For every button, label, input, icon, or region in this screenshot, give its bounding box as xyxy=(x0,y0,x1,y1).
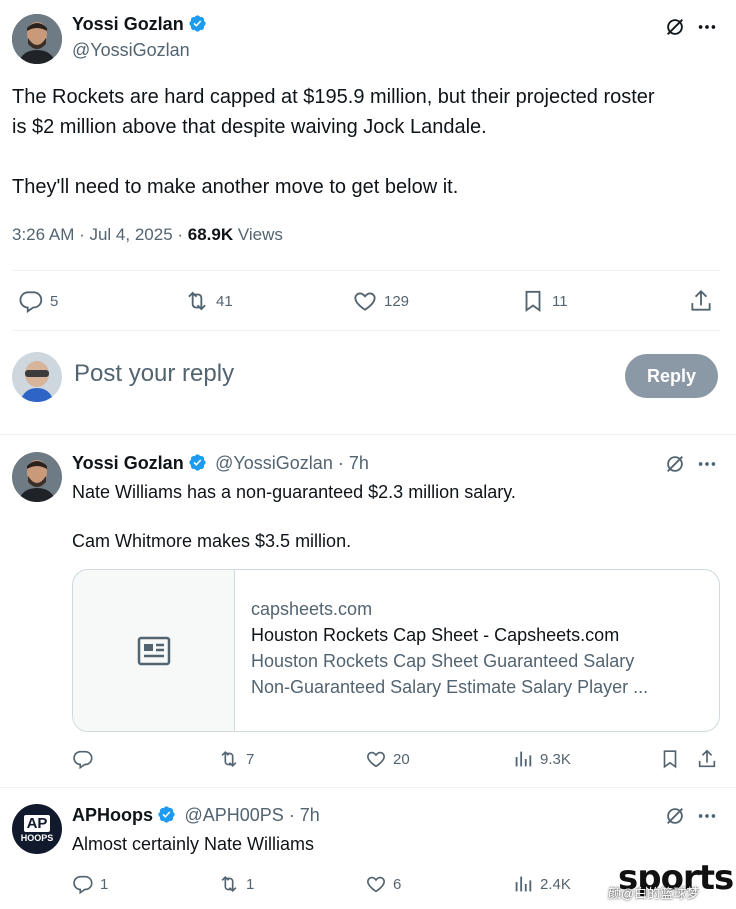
aphoops-avatar[interactable]: AP HOOPS xyxy=(12,804,62,854)
avatar-logo-text: HOOPS xyxy=(20,832,54,843)
reply-text-line: Cam Whitmore makes $3.5 million. xyxy=(72,531,352,551)
reply-author-handle[interactable]: @YossiGozlan xyxy=(215,453,333,473)
reply-action[interactable]: 5 xyxy=(18,288,58,314)
divider xyxy=(0,434,736,435)
repost-icon xyxy=(221,750,237,768)
repost-icon xyxy=(188,291,206,311)
reply-count: 1 xyxy=(100,875,109,893)
like-count: 129 xyxy=(384,292,410,310)
tweet-text: The Rockets are hard capped at $195.9 mi… xyxy=(12,82,728,202)
reply-icon xyxy=(73,875,93,895)
reply-button[interactable]: Reply xyxy=(625,354,718,398)
verified-badge-icon xyxy=(158,806,175,823)
views-label: Views xyxy=(233,225,283,244)
like-action[interactable]: 129 xyxy=(352,288,409,314)
divider xyxy=(0,787,736,788)
link-card-domain: capsheets.com xyxy=(251,599,373,619)
reply-header: Yossi Gozlan @YossiGozlan · 7h xyxy=(72,453,369,474)
heart-icon xyxy=(354,292,376,311)
repost-icon xyxy=(221,875,237,893)
bookmark-action[interactable] xyxy=(659,748,681,770)
heart-icon xyxy=(367,751,385,768)
verified-badge-icon xyxy=(189,454,206,471)
views-count: 2.4K xyxy=(540,875,571,893)
link-card-description: Non-Guaranteed Salary Estimate Salary Pl… xyxy=(251,677,649,697)
watermark-caption: 颜@白的篮球梦 xyxy=(608,886,700,901)
like-count: 6 xyxy=(393,875,402,893)
reply-text: Almost certainly Nate Williams xyxy=(72,834,315,854)
my-avatar[interactable] xyxy=(12,352,62,402)
author-name[interactable]: Yossi Gozlan xyxy=(72,14,184,34)
grok-icon[interactable] xyxy=(664,805,686,827)
reply-icon xyxy=(19,291,43,314)
share-icon xyxy=(691,289,711,311)
reply-icon xyxy=(73,750,93,770)
heart-icon xyxy=(367,876,385,893)
reply-author-avatar[interactable] xyxy=(12,452,62,502)
author-name-row: Yossi Gozlan xyxy=(72,14,207,35)
analytics-icon xyxy=(515,751,532,767)
reply-time[interactable]: · 7h xyxy=(284,805,320,825)
bookmark-icon xyxy=(525,290,541,313)
repost-count: 1 xyxy=(246,875,255,893)
link-card-description: Houston Rockets Cap Sheet Guaranteed Sal… xyxy=(251,651,635,671)
share-action[interactable] xyxy=(696,748,718,770)
repost-count: 7 xyxy=(246,750,255,768)
reply-count: 5 xyxy=(50,292,59,310)
tweet-timestamp[interactable]: 3:26 AM · Jul 4, 2025 · xyxy=(12,225,188,244)
more-options-icon[interactable] xyxy=(696,805,718,827)
tweet-text-line: is $2 million above that despite waiving… xyxy=(12,116,487,138)
link-card-thumbnail xyxy=(73,570,235,731)
bookmark-action[interactable]: 11 xyxy=(520,288,568,314)
reply-header: APHoops @APH00PS · 7h xyxy=(72,805,320,826)
link-card[interactable]: capsheets.com Houston Rockets Cap Sheet … xyxy=(72,569,720,732)
reply-time[interactable]: · 7h xyxy=(333,453,369,473)
repost-action[interactable]: 1 xyxy=(218,873,254,895)
article-icon xyxy=(137,636,170,665)
more-options-icon[interactable] xyxy=(696,16,718,38)
tweet-text-line: They'll need to make another move to get… xyxy=(12,176,459,198)
verified-badge-icon xyxy=(189,15,206,32)
bookmark-count: 11 xyxy=(552,292,568,310)
author-handle[interactable]: @YossiGozlan xyxy=(72,40,190,61)
more-options-icon[interactable] xyxy=(696,453,718,475)
reply-author-name[interactable]: Yossi Gozlan xyxy=(72,453,184,473)
reply-text: Nate Williams has a non-guaranteed $2.3 … xyxy=(72,480,516,553)
analytics-icon xyxy=(515,876,532,892)
views-count: 9.3K xyxy=(540,750,571,768)
share-icon xyxy=(698,749,716,768)
link-card-text: capsheets.com Houston Rockets Cap Sheet … xyxy=(235,570,648,731)
grok-icon[interactable] xyxy=(664,453,686,475)
divider xyxy=(12,270,720,271)
share-action[interactable] xyxy=(688,288,714,314)
grok-icon[interactable] xyxy=(664,16,686,38)
reply-author-name[interactable]: APHoops xyxy=(72,805,153,825)
tweet-text-line: The Rockets are hard capped at $195.9 mi… xyxy=(12,86,655,108)
views-action[interactable]: 9.3K xyxy=(512,748,571,770)
repost-count: 41 xyxy=(216,292,233,310)
bookmark-icon xyxy=(663,750,677,769)
repost-action[interactable]: 7 xyxy=(218,748,254,770)
like-action[interactable]: 6 xyxy=(365,873,401,895)
link-card-title: Houston Rockets Cap Sheet - Capsheets.co… xyxy=(251,625,620,645)
views-action[interactable]: 2.4K xyxy=(512,873,571,895)
author-avatar[interactable] xyxy=(12,14,62,64)
like-action[interactable]: 20 xyxy=(365,748,410,770)
repost-action[interactable]: 41 xyxy=(184,288,233,314)
divider xyxy=(12,330,720,331)
reply-text-line: Nate Williams has a non-guaranteed $2.3 … xyxy=(72,482,516,502)
reply-input[interactable]: Post your reply xyxy=(74,360,234,388)
avatar-logo-text: AP xyxy=(23,814,51,832)
tweet-meta: 3:26 AM · Jul 4, 2025 · 68.9K Views xyxy=(12,225,283,245)
like-count: 20 xyxy=(393,750,410,768)
reply-author-handle[interactable]: @APH00PS xyxy=(184,805,283,825)
reply-action[interactable] xyxy=(72,748,100,770)
reply-action[interactable]: 1 xyxy=(72,873,108,895)
views-count: 68.9K xyxy=(187,225,234,244)
